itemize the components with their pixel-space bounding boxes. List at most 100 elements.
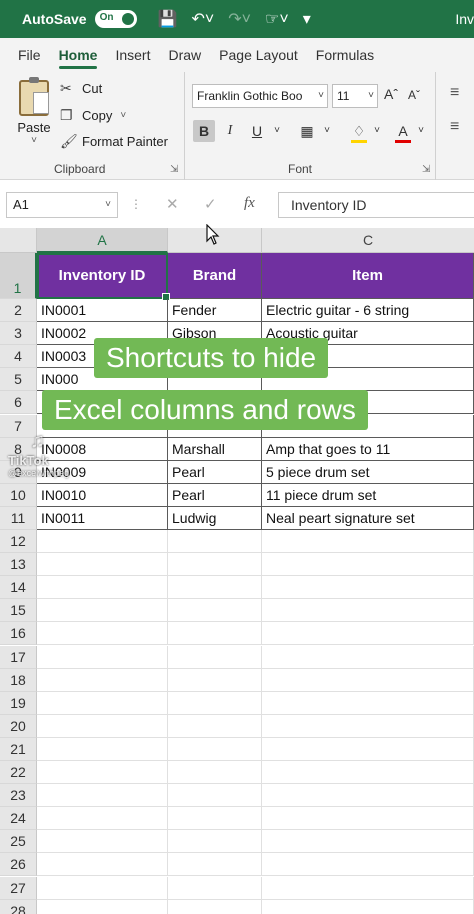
empty-cell[interactable] xyxy=(262,830,474,854)
decrease-font-size-icon[interactable]: Aˇ xyxy=(408,88,420,102)
empty-cell[interactable] xyxy=(37,830,168,854)
table-cell[interactable]: Electric guitar - 6 string xyxy=(262,299,474,323)
table-cell[interactable]: Fender xyxy=(168,299,262,323)
empty-cell[interactable] xyxy=(37,876,168,900)
enter-icon[interactable]: ✓ xyxy=(204,195,217,213)
empty-cell[interactable] xyxy=(37,714,168,738)
increase-font-size-icon[interactable]: Aˆ xyxy=(384,86,398,102)
chevron-down-icon[interactable]: ˅ xyxy=(410,120,432,142)
touch-mode-icon[interactable]: ☞˅ xyxy=(265,9,289,29)
row-header[interactable]: 15 xyxy=(0,599,37,623)
italic-button[interactable]: I xyxy=(219,120,241,142)
dialog-launcher-icon[interactable]: ⇲ xyxy=(170,164,178,175)
insert-function-icon[interactable]: fx xyxy=(244,195,255,212)
empty-cell[interactable] xyxy=(262,714,474,738)
tab-draw[interactable]: Draw xyxy=(159,38,210,72)
table-cell[interactable]: 11 piece drum set xyxy=(262,483,474,507)
chevron-down-icon[interactable]: ˅ xyxy=(366,120,388,142)
table-cell[interactable]: IN0001 xyxy=(37,299,168,323)
bold-button[interactable]: B xyxy=(193,120,215,142)
row-header[interactable]: 23 xyxy=(0,784,37,808)
empty-cell[interactable] xyxy=(37,645,168,669)
empty-cell[interactable] xyxy=(168,853,262,877)
font-size-select[interactable]: 11 ˅ xyxy=(332,84,378,108)
table-cell[interactable]: Neal peart signature set xyxy=(262,506,474,530)
redo-icon[interactable]: ↷˅ xyxy=(228,9,251,29)
row-header[interactable]: 26 xyxy=(0,853,37,877)
undo-icon[interactable]: ↶˅ xyxy=(192,9,215,29)
empty-cell[interactable] xyxy=(168,899,262,914)
column-header-c[interactable]: C xyxy=(262,228,474,253)
table-cell[interactable]: Amp that goes to 11 xyxy=(262,437,474,461)
empty-cell[interactable] xyxy=(168,576,262,600)
row-header[interactable]: 25 xyxy=(0,830,37,854)
empty-cell[interactable] xyxy=(168,714,262,738)
row-header[interactable]: 24 xyxy=(0,807,37,831)
empty-cell[interactable] xyxy=(37,899,168,914)
select-all-corner[interactable] xyxy=(0,228,37,253)
empty-cell[interactable] xyxy=(168,691,262,715)
customize-toolbar-icon[interactable]: ▾ xyxy=(303,9,311,29)
row-header[interactable]: 17 xyxy=(0,645,37,669)
empty-cell[interactable] xyxy=(262,853,474,877)
empty-cell[interactable] xyxy=(37,599,168,623)
empty-cell[interactable] xyxy=(262,784,474,808)
empty-cell[interactable] xyxy=(262,807,474,831)
empty-cell[interactable] xyxy=(37,761,168,785)
format-painter-button[interactable]: 🖌 Format Painter xyxy=(60,133,168,150)
save-icon[interactable]: 💾 xyxy=(158,9,178,29)
empty-cell[interactable] xyxy=(37,807,168,831)
table-cell[interactable]: Pearl xyxy=(168,483,262,507)
chevron-down-icon[interactable]: ˅ xyxy=(266,120,288,142)
formula-input[interactable]: Inventory ID xyxy=(278,192,474,218)
empty-cell[interactable] xyxy=(168,830,262,854)
empty-cell[interactable] xyxy=(168,530,262,554)
empty-cell[interactable] xyxy=(37,553,168,577)
tab-home[interactable]: Home xyxy=(50,38,107,72)
empty-cell[interactable] xyxy=(168,761,262,785)
empty-cell[interactable] xyxy=(262,899,474,914)
header-cell[interactable]: Item xyxy=(262,253,474,299)
row-header[interactable]: 3 xyxy=(0,322,37,346)
font-name-select[interactable]: Franklin Gothic Boo ˅ xyxy=(192,84,328,108)
empty-cell[interactable] xyxy=(37,530,168,554)
empty-cell[interactable] xyxy=(262,553,474,577)
empty-cell[interactable] xyxy=(262,691,474,715)
empty-cell[interactable] xyxy=(262,645,474,669)
row-header[interactable]: 2 xyxy=(0,299,37,323)
header-cell[interactable]: Inventory ID xyxy=(37,253,168,299)
dialog-launcher-icon[interactable]: ⇲ xyxy=(422,164,430,175)
row-header[interactable]: 28 xyxy=(0,899,37,914)
row-header[interactable]: 27 xyxy=(0,876,37,900)
empty-cell[interactable] xyxy=(37,691,168,715)
cancel-icon[interactable]: ✕ xyxy=(166,195,179,213)
chevron-down-icon[interactable]: ˅ xyxy=(316,120,338,142)
empty-cell[interactable] xyxy=(262,876,474,900)
row-header[interactable]: 12 xyxy=(0,530,37,554)
empty-cell[interactable] xyxy=(168,553,262,577)
row-header[interactable]: 19 xyxy=(0,691,37,715)
name-box[interactable]: A1 ˅ xyxy=(6,192,118,218)
table-cell[interactable]: IN0011 xyxy=(37,506,168,530)
row-header[interactable]: 4 xyxy=(0,345,37,369)
borders-icon[interactable]: ▦ xyxy=(296,120,318,142)
paste-button[interactable]: Paste ˅ xyxy=(14,77,54,146)
empty-cell[interactable] xyxy=(37,784,168,808)
cut-button[interactable]: ✂ Cut xyxy=(60,80,102,97)
empty-cell[interactable] xyxy=(168,784,262,808)
table-cell[interactable]: Marshall xyxy=(168,437,262,461)
row-header[interactable]: 21 xyxy=(0,737,37,761)
align-left-icon[interactable]: ≡ xyxy=(450,118,459,136)
empty-cell[interactable] xyxy=(168,737,262,761)
empty-cell[interactable] xyxy=(262,622,474,646)
empty-cell[interactable] xyxy=(37,622,168,646)
row-header[interactable]: 5 xyxy=(0,368,37,392)
empty-cell[interactable] xyxy=(37,737,168,761)
row-header[interactable]: 22 xyxy=(0,761,37,785)
align-top-icon[interactable]: ≡ xyxy=(450,84,459,102)
empty-cell[interactable] xyxy=(168,807,262,831)
row-header[interactable]: 18 xyxy=(0,668,37,692)
empty-cell[interactable] xyxy=(262,599,474,623)
empty-cell[interactable] xyxy=(168,622,262,646)
copy-button[interactable]: ❐ Copy ˅ xyxy=(60,107,126,124)
